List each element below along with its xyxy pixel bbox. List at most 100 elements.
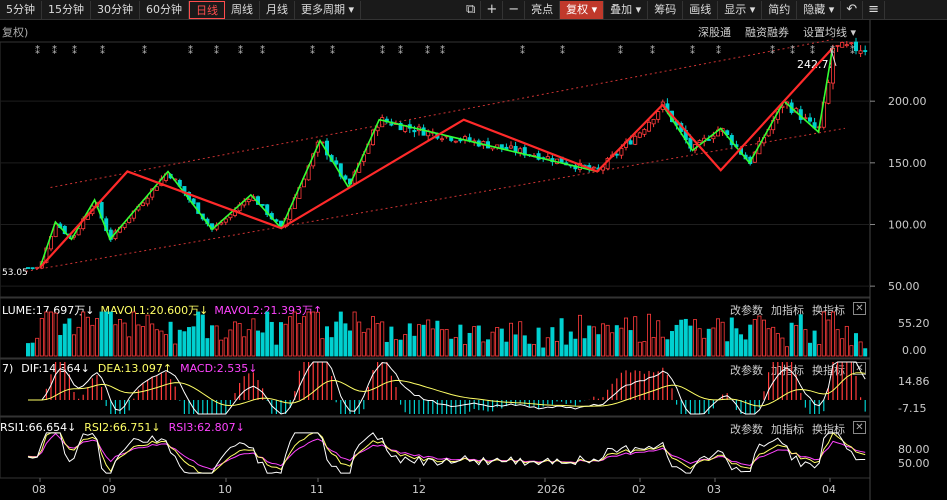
- volume-bar: [352, 311, 357, 357]
- adjust-rights-button[interactable]: 复权 ▾: [560, 0, 605, 19]
- signal-marker-icon: ⁑: [398, 44, 403, 57]
- volume-bar: [136, 324, 141, 357]
- volume-bar: [122, 322, 127, 357]
- volume-bar: [771, 326, 776, 357]
- signal-marker-icon: ⁑: [716, 44, 721, 57]
- highlight-button[interactable]: 亮点: [525, 0, 561, 19]
- candle-body: [30, 267, 35, 270]
- hide-button[interactable]: 隐藏 ▾: [797, 0, 842, 19]
- volume-bar: [357, 321, 362, 357]
- volume-bar: [591, 326, 596, 357]
- volume-bar: [610, 332, 615, 357]
- chips-button[interactable]: 筹码: [648, 0, 684, 19]
- volume-bar: [614, 325, 619, 357]
- volume-bar: [656, 320, 661, 357]
- low-price-label: 53.05: [2, 268, 28, 278]
- rsi3-line: [27, 432, 866, 471]
- volume-bar: [854, 333, 859, 357]
- volume-bar: [274, 344, 279, 357]
- volume-bar: [812, 330, 817, 357]
- macd-panel-frame: [0, 358, 871, 417]
- volume-bar: [182, 331, 187, 357]
- volume-bar: [416, 324, 421, 357]
- period-60min[interactable]: 60分钟: [140, 0, 189, 19]
- volume-bar: [398, 339, 403, 357]
- volume-bar: [209, 325, 214, 357]
- stock-chart[interactable]: 50.00 100.00 150.00 200.00 53.05 ⁑ ⁑ ⁑ ⁑ ⁑ ⁑ ⁑ ⁑ ⁑ ⁑ ⁑ ⁑…: [0, 20, 947, 500]
- period-monthly[interactable]: 月线: [260, 0, 295, 19]
- zoom-in-icon[interactable]: +: [481, 0, 504, 19]
- volume-bar: [578, 314, 583, 357]
- volume-bar: [564, 344, 569, 357]
- volume-bar: [255, 330, 260, 357]
- volume-bar: [159, 330, 164, 357]
- signal-marker-icon: ⁑: [330, 44, 335, 57]
- volume-bar: [25, 343, 30, 357]
- volume-bar: [449, 338, 454, 357]
- volume-bar: [338, 311, 343, 357]
- volume-bar: [748, 324, 753, 357]
- volume-bar: [752, 319, 757, 357]
- volume-bar: [670, 331, 675, 357]
- volume-bar: [688, 325, 693, 357]
- candle-body: [412, 130, 417, 133]
- rsi-panel-frame: [0, 416, 871, 479]
- volume-bar: [421, 324, 426, 357]
- copy-icon[interactable]: ⧉: [461, 0, 482, 19]
- volume-bar: [835, 329, 840, 357]
- volume-bar: [439, 329, 444, 357]
- zoom-out-icon[interactable]: −: [503, 0, 526, 19]
- volume-bar: [596, 334, 601, 357]
- candle-body: [808, 117, 813, 122]
- volume-bar: [366, 328, 371, 357]
- volume-bar: [200, 314, 205, 357]
- volume-bar: [163, 334, 168, 357]
- signal-marker-icon: ⁑: [690, 44, 695, 57]
- volume-bar: [785, 346, 790, 357]
- draw-line-button[interactable]: 画线: [683, 0, 719, 19]
- volume-bar: [624, 317, 629, 357]
- candle-body: [334, 160, 339, 165]
- zigzag-red-line: [39, 47, 834, 269]
- simple-button[interactable]: 简约: [762, 0, 798, 19]
- volume-bar: [214, 325, 219, 357]
- candle-body: [453, 140, 458, 143]
- back-icon[interactable]: ↶: [841, 0, 864, 19]
- volume-bar: [660, 336, 665, 357]
- signal-marker-icon: ⁑: [380, 44, 385, 57]
- candle-body: [651, 119, 656, 125]
- volume-bar: [844, 325, 849, 357]
- overlay-button[interactable]: 叠加 ▾: [604, 0, 649, 19]
- volume-bar: [315, 311, 320, 357]
- volume-bar: [219, 339, 224, 357]
- period-15min[interactable]: 15分钟: [42, 0, 91, 19]
- volume-bar: [545, 337, 550, 357]
- signal-marker-icon: ⁑: [260, 44, 265, 57]
- volume-bar: [619, 327, 624, 357]
- display-button[interactable]: 显示 ▾: [718, 0, 763, 19]
- signal-marker-icon: ⁑: [310, 44, 315, 57]
- volume-bar: [831, 311, 836, 357]
- period-weekly[interactable]: 周线: [225, 0, 260, 19]
- volume-bar: [278, 322, 283, 357]
- signal-marker-icon: ⁑: [100, 44, 105, 57]
- volume-bar: [559, 318, 564, 357]
- candle-body: [844, 44, 849, 47]
- volume-bar: [334, 321, 339, 357]
- volume-bar: [311, 311, 316, 357]
- period-daily[interactable]: 日线: [189, 0, 225, 19]
- volume-bar: [582, 338, 587, 357]
- candle-body: [647, 121, 652, 132]
- period-30min[interactable]: 30分钟: [91, 0, 140, 19]
- menu-icon[interactable]: ≡: [863, 0, 886, 19]
- period-5min[interactable]: 5分钟: [0, 0, 42, 19]
- volume-bar: [762, 319, 767, 357]
- volume-bar: [633, 316, 638, 357]
- volume-bar: [301, 316, 306, 357]
- period-more[interactable]: 更多周期 ▾: [295, 0, 362, 19]
- volume-bar: [513, 334, 518, 357]
- candle-body: [343, 175, 348, 180]
- volume-bar: [81, 311, 86, 357]
- volume-bar: [697, 328, 702, 357]
- volume-bar: [297, 323, 302, 357]
